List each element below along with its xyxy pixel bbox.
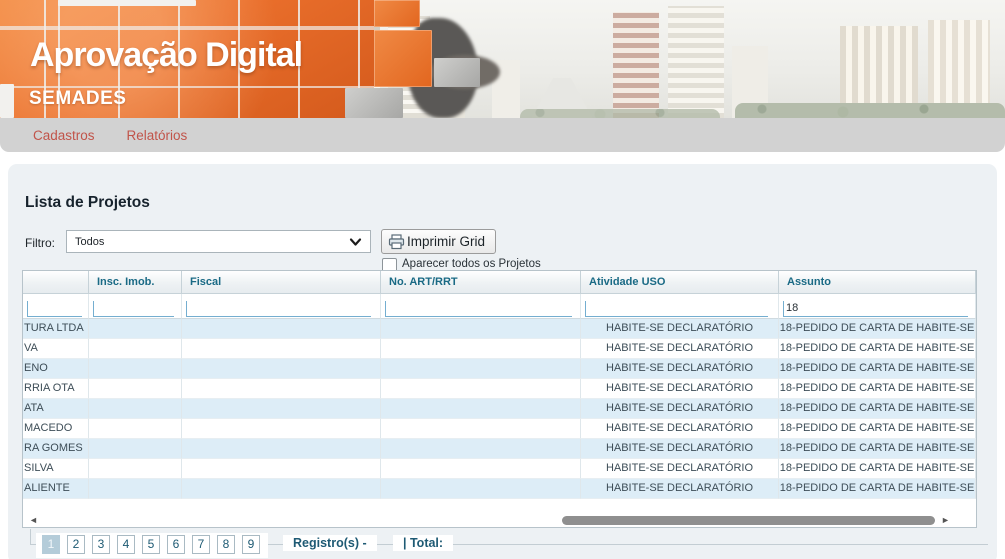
filter-dropdown-value: Todos	[67, 236, 349, 248]
grid-row[interactable]: ATA HABITE-SE DECLARATÓRIO18-PEDIDO DE C…	[23, 399, 976, 419]
page-button-1[interactable]: 1	[42, 535, 60, 554]
filter-input-col0[interactable]	[27, 301, 82, 317]
print-grid-button[interactable]: Imprimir Grid	[381, 229, 496, 254]
chevron-down-icon	[349, 236, 362, 248]
print-grid-label: Imprimir Grid	[407, 234, 485, 249]
registros-label: Registro(s) -	[283, 535, 377, 551]
page-button-5[interactable]: 5	[142, 535, 160, 554]
projects-grid: Insc. Imob. Fiscal No. ART/RRT Atividade…	[22, 270, 977, 528]
app-subtitle: SEMADES	[29, 88, 126, 110]
page-button-7[interactable]: 7	[192, 535, 210, 554]
filter-input-atividade-uso[interactable]	[585, 301, 768, 317]
grid-row[interactable]: ALIENTE HABITE-SE DECLARATÓRIO18-PEDIDO …	[23, 479, 976, 499]
show-all-projects-label: Aparecer todos os Projetos	[402, 258, 541, 270]
grid-row[interactable]: VA HABITE-SE DECLARATÓRIO18-PEDIDO DE CA…	[23, 339, 976, 359]
total-label: | Total:	[393, 535, 453, 551]
app-header-banner: Aprovação Digital SEMADES	[0, 0, 1005, 118]
filter-input-assunto[interactable]	[783, 301, 968, 317]
page-button-6[interactable]: 6	[167, 535, 185, 554]
menu-item-cadastros[interactable]: Cadastros	[33, 128, 95, 143]
grid-row[interactable]: TURA LTDA HABITE-SE DECLARATÓRIO18-PEDID…	[23, 319, 976, 339]
column-header-fiscal[interactable]: Fiscal	[182, 271, 381, 294]
pagination-connector	[30, 529, 31, 544]
filter-label: Filtro:	[25, 236, 55, 250]
app-title: Aprovação Digital	[30, 36, 302, 75]
trees	[520, 109, 720, 118]
hscroll-thumb[interactable]	[562, 516, 935, 525]
page-title: Lista de Projetos	[25, 194, 150, 212]
column-header-atividade-uso[interactable]: Atividade USO	[581, 271, 779, 294]
column-header-blank[interactable]	[23, 271, 89, 294]
grid-row[interactable]: ENO HABITE-SE DECLARATÓRIO18-PEDIDO DE C…	[23, 359, 976, 379]
pagination: 1 2 3 4 5 6 7 8 9	[36, 533, 268, 558]
page-button-4[interactable]: 4	[117, 535, 135, 554]
page-button-3[interactable]: 3	[92, 535, 110, 554]
filter-input-art-rrt[interactable]	[385, 301, 572, 317]
grid-header-row: Insc. Imob. Fiscal No. ART/RRT Atividade…	[23, 271, 976, 294]
grid-filter-row	[23, 294, 976, 319]
column-header-assunto[interactable]: Assunto	[779, 271, 976, 294]
printer-icon	[388, 234, 405, 250]
grid-row[interactable]: RA GOMES HABITE-SE DECLARATÓRIO18-PEDIDO…	[23, 439, 976, 459]
filter-input-fiscal[interactable]	[186, 301, 371, 317]
page-button-9[interactable]: 9	[242, 535, 260, 554]
hscroll-left-arrow[interactable]: ◄	[29, 515, 38, 525]
trees	[735, 103, 1005, 118]
filter-dropdown[interactable]: Todos	[66, 230, 371, 253]
page-button-8[interactable]: 8	[217, 535, 235, 554]
main-menu-bar: Cadastros Relatórios	[0, 118, 1005, 152]
column-header-insc-imob[interactable]: Insc. Imob.	[89, 271, 182, 294]
hscroll-right-arrow[interactable]: ►	[941, 515, 950, 525]
filter-input-insc-imob[interactable]	[93, 301, 174, 317]
grid-row[interactable]: RRIA OTA HABITE-SE DECLARATÓRIO18-PEDIDO…	[23, 379, 976, 399]
app-window: Aprovação Digital SEMADES Cadastros Rela…	[0, 0, 1005, 559]
grid-row[interactable]: MACEDO HABITE-SE DECLARATÓRIO18-PEDIDO D…	[23, 419, 976, 439]
column-header-art-rrt[interactable]: No. ART/RRT	[381, 271, 581, 294]
page-button-2[interactable]: 2	[67, 535, 85, 554]
grid-row[interactable]: SILVA HABITE-SE DECLARATÓRIO18-PEDIDO DE…	[23, 459, 976, 479]
menu-item-relatorios[interactable]: Relatórios	[127, 128, 188, 143]
